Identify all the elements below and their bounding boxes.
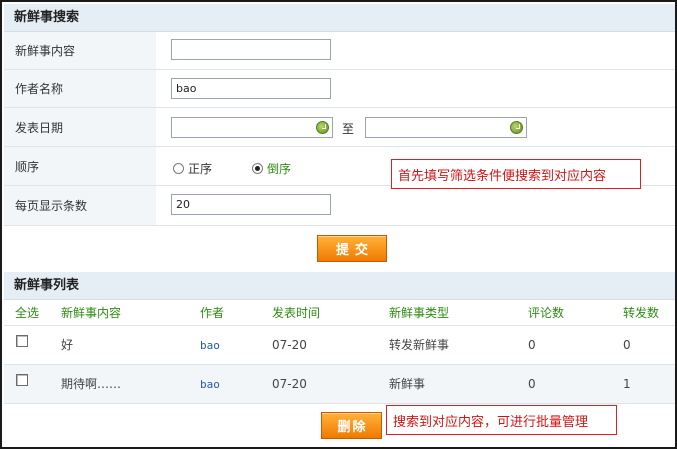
table-header: 全选 新鲜事内容 作者 发表时间 新鲜事类型 评论数 转发数 [4,300,675,326]
order-desc-radio[interactable] [252,163,263,174]
date-separator: 至 [342,122,355,136]
date-label: 发表日期 [4,108,156,146]
page-size-label: 每页显示条数 [4,186,156,225]
order-label: 顺序 [4,147,156,185]
row-checkbox[interactable] [16,335,28,347]
form-row-content: 新鲜事内容 [4,32,675,70]
order-desc-label: 倒序 [267,162,292,176]
date-from-picker-icon[interactable] [316,121,329,134]
col-comments: 评论数 [528,306,565,320]
form-row-date: 发表日期 至 [4,108,675,147]
date-to-input[interactable] [365,117,527,138]
delete-button[interactable]: 删除 [321,412,382,439]
search-section-title: 新鲜事搜索 [4,4,675,32]
order-asc-label: 正序 [188,162,213,176]
col-time: 发表时间 [272,306,321,320]
list-section-title: 新鲜事列表 [4,272,675,300]
search-tip-callout: 首先填写筛选条件便搜索到对应内容 [391,159,641,189]
col-forwards: 转发数 [623,306,660,320]
order-asc-radio[interactable] [173,163,184,174]
window-frame: 新鲜事搜索 新鲜事内容 作者名称 发表日期 至 顺序 正序 倒序 每页显示条数 [0,0,677,449]
row-content: 好 [61,338,74,352]
row-comments: 0 [528,377,536,391]
row-type: 新鲜事 [389,377,426,391]
row-forwards: 0 [623,338,631,352]
submit-button[interactable]: 提交 [317,235,387,262]
author-label: 作者名称 [4,70,156,107]
row-content: 期待啊…… [61,377,122,391]
table-row: 好 bao 07-20 转发新鲜事 0 0 [4,326,675,365]
date-from-input[interactable] [171,117,333,138]
table-row: 期待啊…… bao 07-20 新鲜事 0 1 [4,365,675,404]
row-comments: 0 [528,338,536,352]
page-size-input[interactable] [171,194,331,215]
content-input[interactable] [171,39,331,60]
batch-tip-callout: 搜索到对应内容，可进行批量管理 [386,405,617,435]
row-type: 转发新鲜事 [389,338,450,352]
col-author: 作者 [200,306,225,320]
form-row-page-size: 每页显示条数 [4,186,675,226]
form-row-author: 作者名称 [4,70,675,108]
content-label: 新鲜事内容 [4,32,156,69]
row-author-link[interactable]: bao [200,365,220,404]
row-author-link[interactable]: bao [200,326,220,365]
col-type: 新鲜事类型 [389,306,450,320]
order-desc-option[interactable]: 倒序 [252,160,291,177]
order-asc-option[interactable]: 正序 [173,160,212,177]
col-content: 新鲜事内容 [61,306,122,320]
author-input[interactable] [171,78,331,99]
col-select-all[interactable]: 全选 [15,300,39,326]
row-checkbox[interactable] [16,374,28,386]
row-forwards: 1 [623,377,631,391]
row-time: 07-20 [272,377,307,391]
row-time: 07-20 [272,338,307,352]
date-to-picker-icon[interactable] [510,121,523,134]
